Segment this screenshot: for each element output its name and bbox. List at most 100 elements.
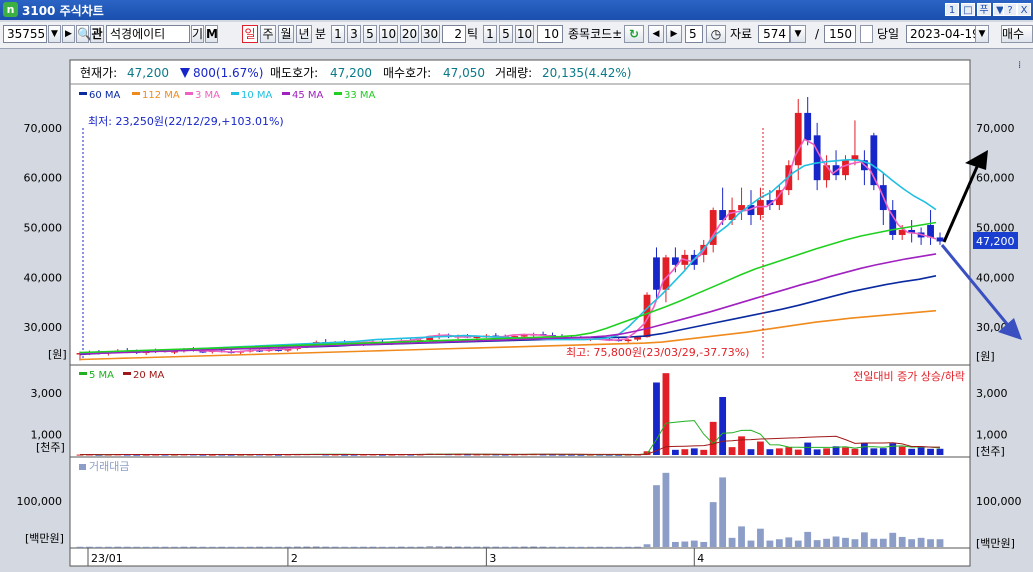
volume-bar [851,448,859,455]
amount-bar [728,537,736,547]
amount-bar [624,546,632,548]
search-icon[interactable]: 🔍 [76,25,92,43]
current-price-tag-label: 47,200 [976,235,1015,248]
price-tick-left: 40,000 [24,271,63,284]
amount-bar [246,546,254,548]
chart-area[interactable]: 현재가: 47,200 800(1.67%) 매도호가: 47,200 매수호가… [0,50,1033,572]
candle-body [813,135,821,181]
minute-label: 분 [315,27,327,41]
candle-body [653,257,660,290]
amount-unit-left: [백만원] [25,532,64,545]
refresh-icon[interactable]: ↻ [624,25,644,43]
amount-bar [653,485,660,547]
tab-day[interactable]: 일 [242,25,258,43]
legend-swatch [185,92,193,95]
tick-5-button[interactable]: 5 [499,25,513,43]
amount-bar [936,539,944,547]
help-button[interactable]: 1 [945,3,959,16]
memo-button[interactable]: M [205,25,218,43]
toolbar: 357550 ▼ ▶ 🔍 관 석경에이티 기 M 일 주 월 년 분 1 3 5… [0,22,1033,49]
buy-button[interactable]: 매수 [1001,25,1033,43]
tab-year[interactable]: 년 [296,25,312,43]
clock-icon[interactable]: ◷ [706,25,726,43]
amount-bar [312,546,320,548]
amount-bar [190,546,197,548]
minute-1-button[interactable]: 1 [331,25,345,43]
restore-icon[interactable]: □ [961,3,975,16]
candle-body [804,112,812,141]
date-input[interactable]: 2023-04-19 [906,25,976,43]
watchlist-button[interactable]: 관 [90,25,104,43]
x-tick-label: 2 [291,552,298,565]
tab-week[interactable]: 주 [260,25,276,43]
amount-bar [501,546,509,548]
volume-bar [823,448,830,455]
price-tick-right: 70,000 [976,122,1015,135]
candle-body [936,237,944,242]
candle-body [794,112,802,166]
volume-bar [766,449,774,455]
tick-count-input[interactable]: 2 [442,25,466,43]
tick-label: 틱 [467,27,479,41]
today-checkbox[interactable] [860,25,873,43]
amount-bar [435,546,443,548]
volume-legend-label: 20 MA [133,370,165,381]
legend-swatch [132,92,140,95]
pin-button[interactable]: 푸 [977,3,991,16]
amount-bar [379,546,386,548]
minute-3-button[interactable]: 3 [347,25,361,43]
close-button[interactable]: X [1017,3,1031,16]
amount-bar [416,546,424,548]
volume-bar [709,421,717,455]
data-total-input[interactable]: 150 [824,25,856,43]
amount-bar [265,546,273,548]
volume-bar [700,449,708,455]
minute-10-button[interactable]: 10 [379,25,398,43]
amount-bar [360,546,367,548]
info-button[interactable]: 기 [191,25,204,43]
data-count-dropdown-icon[interactable]: ▼ [790,25,806,43]
volume-tick-right: 1,000 [976,428,1008,441]
next-icon[interactable]: ▶ [666,25,682,43]
amount-bar [898,536,906,547]
code-dropdown-icon[interactable]: ▼ [48,25,61,43]
amount-bar [237,546,245,548]
amount-bar [218,546,226,548]
tick-custom-input[interactable]: 10 [537,25,563,43]
volume-bar [738,436,745,455]
minute-20-button[interactable]: 20 [400,25,419,43]
panel-expand-icon[interactable]: ⁞ [1018,60,1021,71]
amount-tick-right: 100,000 [976,495,1022,508]
next-stock-icon[interactable]: ▶ [62,25,75,43]
tick-1-button[interactable]: 1 [483,25,497,43]
question-button[interactable]: ? [1003,3,1017,16]
volume-bar [927,448,934,455]
volume-unit-right: [천주] [976,444,1005,458]
date-dropdown-icon[interactable]: ▼ [975,25,989,43]
volume-bar [757,441,764,455]
volume-tick-left: 3,000 [31,387,63,400]
minute-5-button[interactable]: 5 [363,25,377,43]
amount-bar [256,546,263,548]
amount-bar [889,532,897,547]
step-input[interactable]: 5 [685,25,703,43]
data-count-select[interactable]: 574 [758,25,790,43]
amount-bar [832,536,840,547]
price-tick-left: 30,000 [24,321,63,334]
candle-body [889,210,897,235]
amount-bar [180,546,188,548]
tab-month[interactable]: 월 [278,25,294,43]
amount-bar [445,546,452,548]
amount-bar [95,546,103,548]
minute-30-button[interactable]: 30 [421,25,440,43]
stock-code-input[interactable]: 357550 [3,25,47,43]
bid-label: 매수호가: [383,66,431,80]
slash-label: / [815,27,820,41]
code-search-label[interactable]: 종목코드± [568,25,622,43]
tick-10-button[interactable]: 10 [515,25,534,43]
amount-bar [520,546,528,548]
amount-bar [388,546,396,548]
x-tick-label: 3 [489,552,496,565]
volume-bar [775,448,783,455]
prev-icon[interactable]: ◀ [648,25,664,43]
